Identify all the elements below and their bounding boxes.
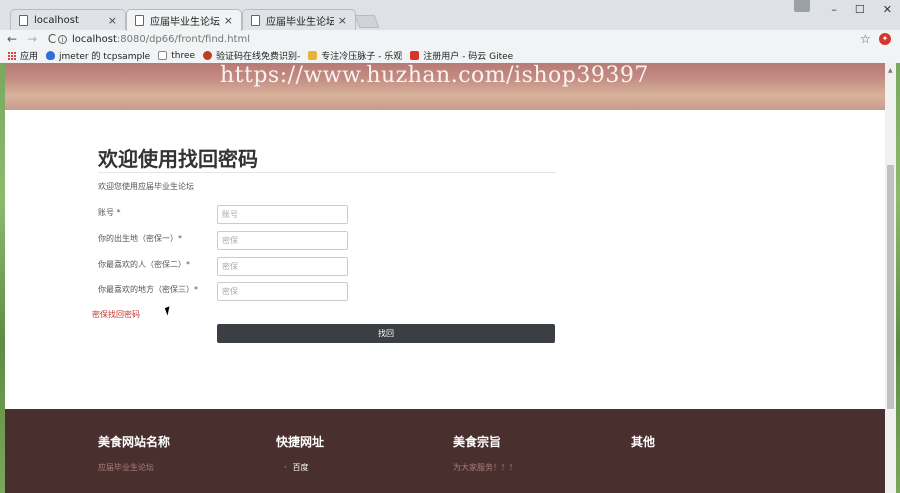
browser-toolbar: ← → C i localhost :8080/dp66/front/find.… [0,30,900,48]
bookmark-label: jmeter 的 tcpsample [59,52,151,62]
footer-text: 为大家服务！！！ [453,463,517,472]
bookmark-jmeter[interactable]: jmeter 的 tcpsample [46,49,150,62]
minimize-icon[interactable]: – [831,3,837,16]
handshake-icon [308,51,318,60]
shield-icon [46,51,56,60]
close-icon[interactable]: × [224,14,233,27]
tab-forum-active[interactable]: 应届毕业生论坛 × [126,9,242,31]
footer-link-baidu[interactable]: 百度 [276,462,446,473]
footer-text[interactable]: 应届毕业生论坛 [98,462,268,473]
question-3-input[interactable] [217,282,348,301]
account-input[interactable] [217,205,348,224]
footer-col-site: 美食网站名称 应届毕业生论坛 [98,433,268,473]
info-icon[interactable]: i [58,34,67,44]
page-scrollbar[interactable]: ▲ [885,63,896,493]
recover-by-question-link[interactable]: 密保找回密码 [92,309,140,320]
bookmarks-bar: 应用 jmeter 的 tcpsample three 验证码在线免费识别- 专… [0,48,900,63]
user-profile-icon[interactable] [794,0,810,12]
page-title: 欢迎使用找回密码 [98,147,258,171]
bookmark-label: 应用 [20,52,39,62]
tab-localhost[interactable]: localhost × [10,9,126,30]
footer-col-purpose: 美食宗旨 为大家服务！！！ [453,433,623,473]
bookmark-label: 验证码在线免费识别- [216,52,301,62]
bookmark-handshake[interactable]: 专注冷压脉子 - 乐观 [308,49,402,62]
watermark-text: https://www.huzhan.com/ishop39397 [220,63,649,88]
header-banner: https://www.huzhan.com/ishop39397 [5,63,885,110]
page-icon [158,51,168,60]
page-icon [251,14,260,26]
bookmark-captcha[interactable]: 验证码在线免费识别- [203,49,300,62]
page-icon [19,14,28,26]
footer-heading: 其他 [631,435,656,449]
address-bar[interactable]: i localhost :8080/dp66/front/find.html [58,31,876,47]
forward-icon[interactable]: → [24,32,40,46]
bookmark-label: three [171,50,196,61]
close-icon[interactable]: × [108,14,117,27]
footer-heading: 美食宗旨 [453,435,502,449]
form-row-question-2: 你最喜欢的人（密保二）* [98,257,558,276]
url-path: :8080/dp66/front/find.html [116,33,250,45]
account-label: 账号 * [98,208,121,217]
scrollbar-thumb[interactable] [887,165,894,409]
page-icon [135,15,144,26]
question-1-label: 你的出生地（密保一）* [98,234,182,243]
tab-label: 应届毕业生论坛 [266,16,334,28]
tab-label: 应届毕业生论坛 [150,17,220,28]
bookmark-label: 专注冷压脉子 - 乐观 [321,52,403,62]
footer-heading: 快捷网址 [276,435,325,449]
site-footer: 美食网站名称 应届毕业生论坛 快捷网址 百度 美食宗旨 为大家服务！！！ 其他 [5,409,885,493]
bookmark-star-icon[interactable]: ☆ [860,32,871,46]
apps-icon [8,51,16,60]
footer-heading: 美食网站名称 [98,435,171,449]
footer-col-links: 快捷网址 百度 [276,433,446,473]
footer-col-other: 其他 [631,433,801,450]
page-viewport: https://www.huzhan.com/ishop39397 欢迎使用找回… [5,63,885,493]
tab-label: localhost [34,14,79,26]
window-controls: – ☐ ✕ [831,3,892,16]
gitee-icon [410,51,420,60]
close-icon[interactable]: × [338,14,347,27]
new-tab-button[interactable] [354,15,380,28]
browser-chrome: localhost × 应届毕业生论坛 × 应届毕业生论坛 × – ☐ ✕ ← … [0,0,900,63]
extension-icon[interactable]: ✦ [879,33,891,45]
question-1-input[interactable] [217,231,348,250]
form-row-account: 账号 * [98,205,558,224]
page-subtitle: 欢迎您使用应届毕业生论坛 [98,182,194,191]
form-row-question-3: 你最喜欢的地方（密保三）* [98,282,558,301]
bookmark-apps[interactable]: 应用 [8,49,38,62]
back-icon[interactable]: ← [4,32,20,46]
submit-button[interactable]: 找回 [217,324,555,343]
bookmark-label: 注册用户 - 码云 Gitee [423,52,514,62]
close-window-icon[interactable]: ✕ [883,3,892,16]
maximize-icon[interactable]: ☐ [855,3,865,16]
tab-strip: localhost × 应届毕业生论坛 × 应届毕业生论坛 × – ☐ ✕ [0,0,900,31]
find-password-form: 欢迎使用找回密码 欢迎您使用应届毕业生论坛 账号 * 你的出生地（密保一）* 你… [92,143,558,343]
question-3-label: 你最喜欢的地方（密保三）* [98,285,198,294]
scroll-up-icon[interactable]: ▲ [888,67,893,74]
bookmark-three[interactable]: three [158,51,195,61]
question-2-input[interactable] [217,257,348,276]
url-host: localhost [72,33,117,45]
app-icon [203,51,213,60]
form-row-question-1: 你的出生地（密保一）* [98,231,558,250]
title-divider [98,172,556,173]
tab-forum[interactable]: 应届毕业生论坛 × [242,9,356,30]
question-2-label: 你最喜欢的人（密保二）* [98,260,190,269]
bookmark-gitee[interactable]: 注册用户 - 码云 Gitee [410,49,513,62]
